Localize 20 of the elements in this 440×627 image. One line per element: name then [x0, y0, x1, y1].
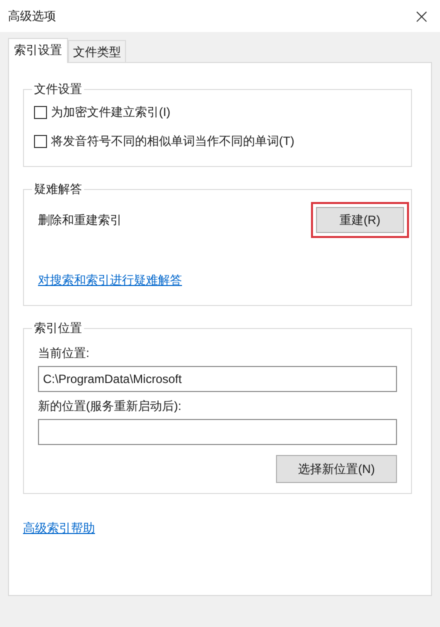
description-text: 删除和重建索引 [38, 212, 122, 228]
group-title: 索引位置 [33, 320, 83, 337]
rebuild-button[interactable]: 重建(R) [316, 207, 404, 233]
troubleshoot-link[interactable]: 对搜索和索引进行疑难解答 [38, 272, 182, 289]
input-field[interactable] [38, 419, 397, 445]
checkbox-label: 为加密文件建立索引(I) [51, 104, 170, 121]
checkbox-label: 将发音符号不同的相似单词当作不同的单词(T) [51, 133, 294, 150]
input-field[interactable]: C:\ProgramData\Microsoft [38, 366, 397, 392]
tab[interactable]: 索引设置 [8, 38, 68, 63]
field-label: 当前位置: [38, 345, 90, 362]
checkbox[interactable] [34, 106, 47, 119]
help-link[interactable]: 高级索引帮助 [23, 520, 95, 537]
window-title: 高级选项 [8, 8, 56, 24]
close-button[interactable]: × [403, 4, 440, 28]
tab[interactable]: 文件类型 [68, 40, 126, 62]
group-title: 文件设置 [33, 81, 83, 98]
field-label: 新的位置(服务重新启动后): [38, 398, 182, 415]
group-title: 疑难解答 [33, 181, 83, 198]
checkbox[interactable] [34, 135, 47, 148]
select-location-button[interactable]: 选择新位置(N) [276, 455, 397, 483]
